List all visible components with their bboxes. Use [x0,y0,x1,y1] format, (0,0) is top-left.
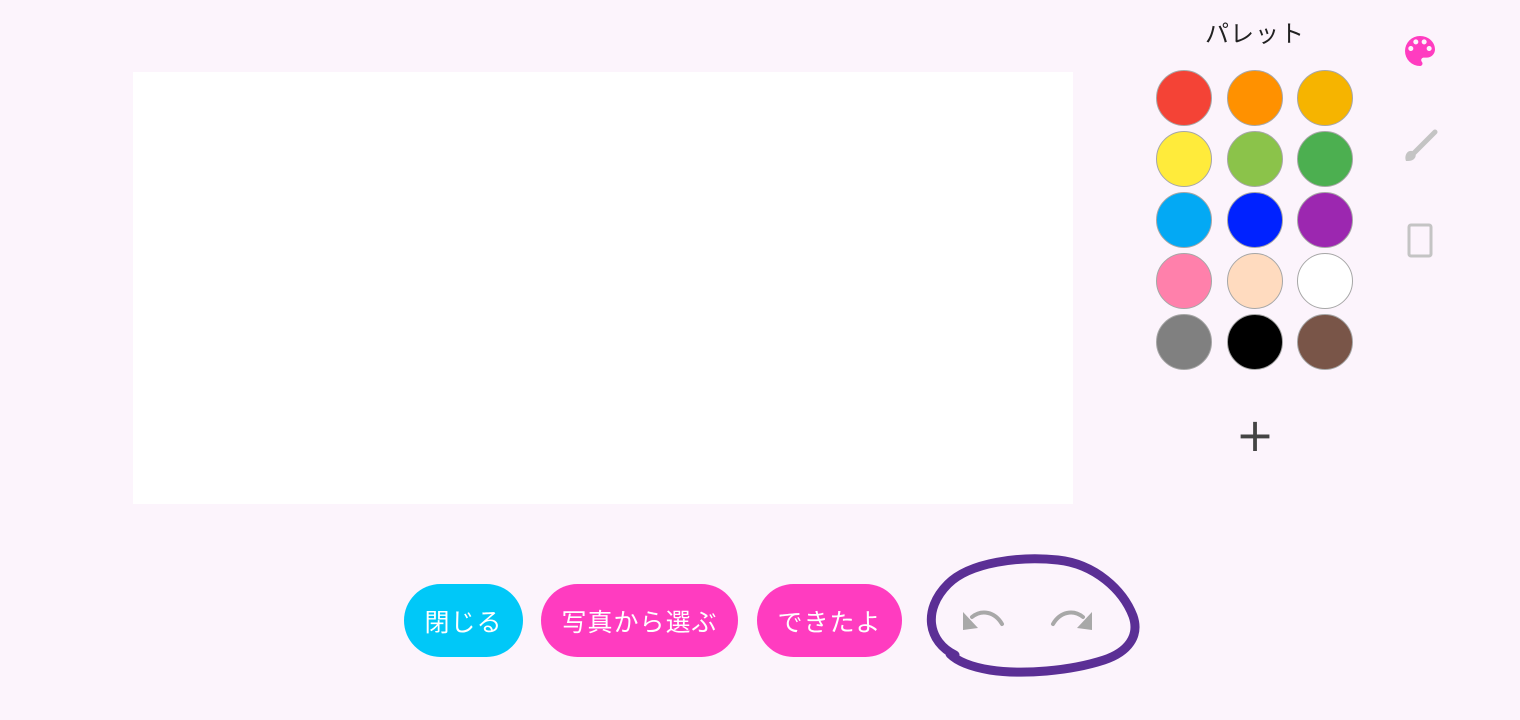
palette-tool-button[interactable] [1400,31,1440,71]
done-button[interactable]: できたよ [757,584,902,657]
close-button[interactable]: 閉じる [404,584,523,657]
palette-title: パレット [1205,20,1305,48]
color-swatch-pink[interactable] [1156,253,1212,309]
color-swatch-brown[interactable] [1297,314,1353,370]
color-swatch-black[interactable] [1226,314,1283,370]
brush-icon [1405,129,1438,161]
color-swatch-amber[interactable] [1297,70,1353,126]
undo-button[interactable] [958,603,1008,643]
choose-from-photos-button[interactable]: 写真から選ぶ [541,584,738,657]
color-swatch-light-blue[interactable] [1156,192,1212,248]
color-swatch-grid [1156,70,1356,370]
color-swatch-yellow[interactable] [1156,131,1212,187]
annotation-circle [926,554,1140,677]
palette-icon [1405,36,1435,66]
redo-icon [1051,610,1092,630]
redo-button[interactable] [1047,603,1097,643]
color-swatch-blue[interactable] [1226,192,1283,248]
add-color-button[interactable]: + [1235,412,1275,458]
color-swatch-orange[interactable] [1226,70,1283,126]
eraser-tool-button[interactable] [1405,222,1437,260]
undo-icon [963,610,1004,630]
brush-tool-button[interactable] [1400,127,1440,167]
color-swatch-white[interactable] [1297,253,1353,309]
color-swatch-light-green[interactable] [1226,131,1283,187]
color-swatch-red[interactable] [1156,70,1212,126]
color-swatch-peach[interactable] [1226,253,1283,309]
eraser-icon [1407,223,1433,258]
drawing-canvas[interactable] [133,72,1073,504]
color-swatch-purple[interactable] [1297,192,1353,248]
color-swatch-green[interactable] [1297,131,1353,187]
color-swatch-gray[interactable] [1156,314,1212,370]
